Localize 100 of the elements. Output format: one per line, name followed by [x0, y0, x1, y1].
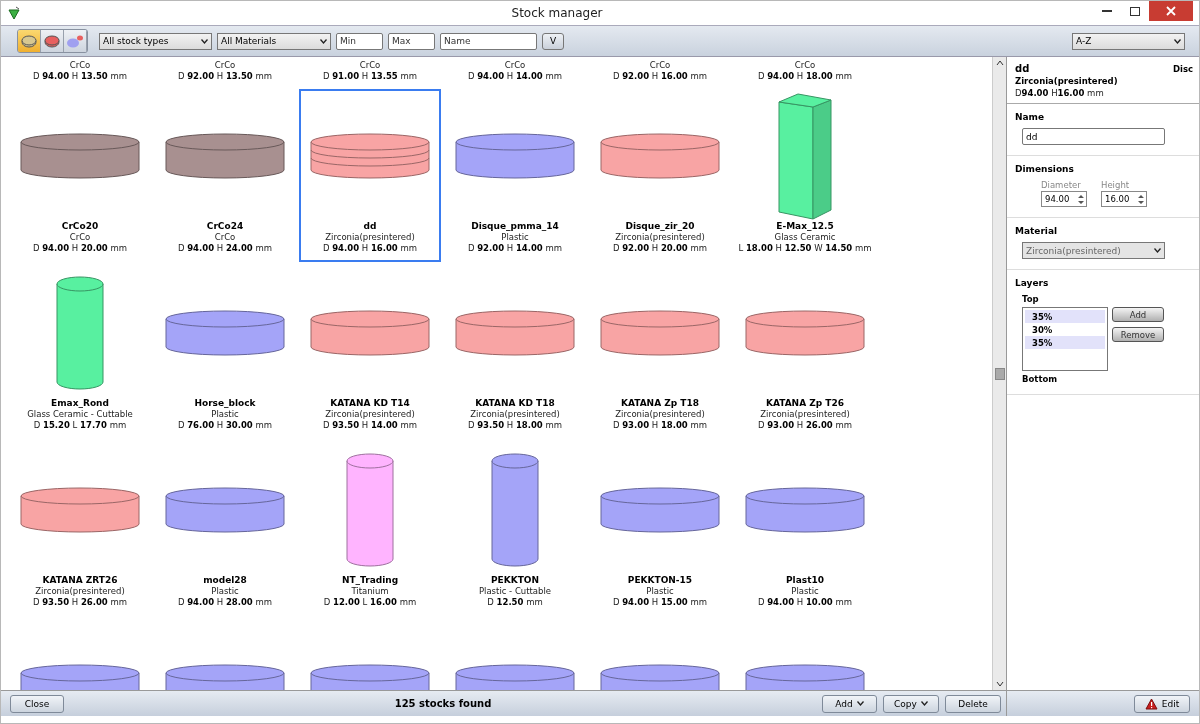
close-icon [1166, 6, 1176, 16]
stock-card[interactable]: Disque_zir_20 Zirconia(presintered) D 92.00 H 20.00 mm [589, 89, 731, 262]
stock-dimensions: D 94.00 H 10.00 mm [757, 597, 853, 608]
spinner-arrows-icon [1137, 192, 1145, 206]
sort-select[interactable]: A-Z [1072, 32, 1185, 50]
stock-dimensions: D 94.00 H 16.00 mm [322, 243, 418, 254]
stock-material: Plastic [646, 586, 674, 597]
height-spinner[interactable]: 16.00 [1101, 191, 1147, 207]
close-button[interactable] [1149, 1, 1193, 21]
stock-material: CrCo [69, 60, 91, 71]
stock-material: Plastic [501, 232, 529, 243]
stock-type-select[interactable]: All stock types [99, 32, 212, 50]
stock-card[interactable]: PEKKTON Plastic - Cuttable D 12.50 mm [444, 443, 586, 616]
stock-card[interactable]: Horse_block Plastic D 76.00 H 30.00 mm [154, 266, 296, 439]
stock-name: KATANA Zp T26 [765, 398, 844, 409]
remove-layer-button[interactable]: Remove [1112, 327, 1164, 342]
caret-icon [1154, 248, 1161, 253]
stock-name: NT_Trading [341, 575, 399, 586]
stock-name: KATANA Zp T18 [620, 398, 699, 409]
stock-material: Zirconia(presintered) [35, 586, 125, 597]
stock-name: KATANA KD T14 [330, 398, 410, 409]
layer-item[interactable]: 35% [1025, 336, 1105, 349]
stock-card[interactable]: Plast10 Plastic D 94.00 H 10.00 mm [734, 443, 876, 616]
diameter-spinner[interactable]: 94.00 [1041, 191, 1087, 207]
stock-dimensions: D 94.00 H 13.50 mm [32, 71, 128, 82]
stock-card[interactable]: dd Zirconia(presintered) D 94.00 H 16.00 mm [299, 89, 441, 262]
caret-icon [920, 701, 928, 706]
close-dialog-button[interactable]: Close [10, 694, 64, 713]
max-field[interactable]: Max [388, 32, 435, 50]
stock-name: PEKKTON-15 [627, 575, 693, 586]
stock-material: CrCo [794, 60, 816, 71]
stock-dimensions: D 93.50 H 26.00 mm [32, 597, 128, 608]
caret-icon [856, 701, 864, 706]
stock-card[interactable]: NT_Trading Titanium D 12.00 L 16.00 mm [299, 443, 441, 616]
stock-dimensions: D 94.00 H 20.00 mm [32, 243, 128, 254]
caret-icon [201, 38, 208, 44]
apply-button[interactable]: V [542, 32, 564, 50]
field-label: Height [1101, 180, 1131, 190]
section-label: Material [1015, 226, 1059, 236]
stock-dimensions: D 94.00 H 18.00 mm [757, 71, 853, 82]
stock-dimensions: D 91.00 H 13.55 mm [322, 71, 418, 82]
stock-card[interactable]: CrCo24 CrCo D 94.00 H 24.00 mm [154, 89, 296, 262]
scrollbar-thumb[interactable] [994, 367, 1005, 380]
delete-button[interactable]: Delete [945, 694, 1001, 713]
stock-dimensions: D 93.00 H 18.00 mm [612, 420, 708, 431]
min-field[interactable]: Min [336, 32, 383, 50]
stock-material: CrCo [504, 60, 526, 71]
material-select[interactable]: Zirconia(presintered) [1022, 242, 1165, 259]
stock-count: 125 stocks found [393, 698, 493, 709]
stock-name: Horse_block [194, 398, 256, 409]
stock-card[interactable]: KATANA KD T14 Zirconia(presintered) D 93.50 H 14.00 mm [299, 266, 441, 439]
material-select[interactable]: All Materials [217, 32, 331, 50]
stock-dimensions: D 94.00 H 14.00 mm [467, 71, 563, 82]
stock-card[interactable]: E-Max_12.5 Glass Ceramic L 18.00 H 12.50 W 14.50 mm [734, 89, 876, 262]
stock-card[interactable]: model28 Plastic D 94.00 H 28.00 mm [154, 443, 296, 616]
stock-dimensions: D 12.50 mm [487, 597, 543, 608]
stock-dimensions: D94.00 H16.00 mm [1015, 88, 1105, 99]
stock-material: CrCo [214, 232, 236, 243]
stock-material: Zirconia(presintered) [325, 232, 415, 243]
stock-card[interactable]: KATANA KD T18 Zirconia(presintered) D 93.50 H 18.00 mm [444, 266, 586, 439]
warning-icon [1144, 697, 1158, 710]
stock-dimensions: D 94.00 H 24.00 mm [177, 243, 273, 254]
add-button[interactable]: Add [822, 694, 877, 713]
stock-dimensions: D 93.50 H 18.00 mm [467, 420, 563, 431]
stock-material: Plastic [211, 586, 239, 597]
stock-material: Titanium [351, 586, 389, 597]
add-layer-button[interactable]: Add [1112, 307, 1164, 322]
copy-button[interactable]: Copy [883, 694, 939, 713]
layer-item[interactable]: 35% [1025, 310, 1105, 323]
edit-button[interactable]: Edit [1134, 694, 1190, 713]
name-field[interactable]: Name [440, 32, 537, 50]
stock-dimensions: D 76.00 H 30.00 mm [177, 420, 273, 431]
stock-title: dd [1015, 63, 1030, 74]
stock-card[interactable]: Disque_pmma_14 Plastic D 92.00 H 14.00 mm [444, 89, 586, 262]
window-title: Stock manager [510, 6, 604, 20]
stock-card[interactable]: KATANA Zp T18 Zirconia(presintered) D 93.00 H 18.00 mm [589, 266, 731, 439]
section-label: Layers [1015, 278, 1050, 288]
name-input[interactable]: dd [1022, 128, 1165, 145]
stock-name: PEKKTON [491, 575, 539, 586]
minimize-icon [1102, 10, 1112, 12]
stock-dimensions: D 94.00 H 15.00 mm [612, 597, 708, 608]
stock-type: Disc [1172, 63, 1193, 74]
stock-card[interactable]: PEKKTON-15 Plastic D 94.00 H 15.00 mm [589, 443, 731, 616]
stock-material: Zirconia(presintered) [615, 409, 705, 420]
app-logo-icon [7, 6, 21, 20]
stock-dimensions: D 92.00 H 13.50 mm [177, 71, 273, 82]
stock-name: model28 [203, 575, 247, 586]
stock-card[interactable]: KATANA ZRT26 Zirconia(presintered) D 93.50 H 26.00 mm [9, 443, 151, 616]
scrollbar[interactable] [992, 57, 1006, 690]
caret-icon [1174, 38, 1181, 44]
section-label: Dimensions [1015, 164, 1075, 174]
stock-card[interactable]: KATANA Zp T26 Zirconia(presintered) D 93.00 H 26.00 mm [734, 266, 876, 439]
stock-name: Emax_Rond [51, 398, 109, 409]
stock-card[interactable]: CrCo20 CrCo D 94.00 H 20.00 mm [9, 89, 151, 262]
stock-name: KATANA ZRT26 [42, 575, 118, 586]
stock-dimensions: D 92.00 H 16.00 mm [612, 71, 708, 82]
stock-card[interactable]: Emax_Rond Glass Ceramic - Cuttable D 15.20 L 17.70 mm [9, 266, 151, 439]
stock-name: Disque_pmma_14 [471, 221, 559, 232]
stock-name: Plast10 [786, 575, 824, 586]
stock-material: Zirconia(presintered) [325, 409, 415, 420]
